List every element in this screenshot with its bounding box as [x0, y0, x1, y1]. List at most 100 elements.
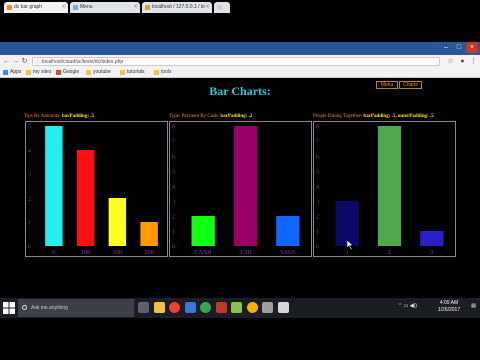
x-tick-label: 150: [113, 249, 123, 256]
x-tick-label: CASH: [194, 249, 212, 256]
chrome-canary-icon[interactable]: [246, 302, 258, 313]
bookmark-label: tutorials: [127, 69, 145, 75]
tab-label: localhost / 127.0.0.1 / lo: [152, 4, 205, 10]
y-tick-label: 5: [316, 170, 319, 176]
chrome-icon[interactable]: [169, 302, 180, 313]
bar-cash[interactable]: [191, 216, 215, 246]
chart-panel-3: 0 1 2 3 4 5 6 7 8 1 2 3: [313, 121, 456, 257]
browser-tab-2[interactable]: Menu ×: [70, 2, 140, 13]
settings-icon[interactable]: [262, 302, 273, 313]
y-tick-label: 2: [172, 215, 175, 221]
notifications-icon[interactable]: ▤: [469, 303, 478, 310]
bar-0[interactable]: [45, 126, 63, 246]
bookmark-tools[interactable]: tools: [154, 68, 172, 77]
bookmark-tutorials[interactable]: tutorials: [120, 68, 145, 77]
bookmark-google[interactable]: Google: [56, 68, 79, 77]
x-tick-label: 0: [52, 249, 55, 256]
bookmark-folder-icon: [86, 70, 91, 75]
y-tick-label: 6: [316, 155, 319, 161]
windows-start-icon[interactable]: [3, 302, 15, 314]
tab-bar: [0, 42, 480, 55]
x-tick-label: 100: [81, 249, 91, 256]
star-icon[interactable]: ☆: [446, 56, 455, 67]
bookmark-label: youtube: [93, 69, 111, 75]
bookmark-youtube[interactable]: youtube: [86, 68, 111, 77]
close-tab-icon[interactable]: ×: [206, 2, 209, 13]
folder-icon[interactable]: [153, 302, 165, 313]
chart-title-2: Type: Payment By Cash- barPadding: .2: [169, 114, 253, 119]
y-tick-label: 4: [28, 149, 31, 155]
extension-icon[interactable]: ●: [458, 56, 467, 67]
nav-menu-link[interactable]: Menu: [376, 81, 398, 89]
chrome-alt-icon[interactable]: [200, 302, 211, 313]
y-tick-label: 0: [172, 245, 175, 251]
y-tick-label: 0: [28, 245, 31, 251]
chart-panel-1: 0 1 2 3 4 5 0 100 150 200: [25, 121, 168, 257]
bookmark-label: my sites: [33, 69, 52, 75]
bookmark-folder-icon: [3, 70, 8, 75]
x-tick-label: 200: [144, 249, 154, 256]
bookmark-apps[interactable]: Apps: [3, 68, 21, 77]
address-bar[interactable]: ⓘ localhost/cloud/sc/tests/dc/index.php: [32, 57, 440, 66]
page-icon: [73, 5, 78, 10]
clock[interactable]: 4:09 AM 1/26/2017: [432, 300, 466, 314]
y-tick-label: 2: [28, 197, 31, 203]
x-tick-label: 3: [430, 249, 433, 256]
x-tick-label: 1: [346, 249, 349, 256]
bookmark-folder-icon: [26, 70, 31, 75]
bar-tab[interactable]: [233, 126, 258, 246]
close-tab-icon[interactable]: ×: [62, 2, 65, 13]
y-tick-label: 4: [172, 185, 175, 191]
bookmark-label: Apps: [10, 69, 22, 75]
bar-150[interactable]: [108, 198, 127, 246]
url-text: localhost/cloud/sc/tests/dc/index.php: [42, 59, 124, 65]
y-tick-label: 2: [316, 215, 319, 221]
y-tick-label: 8: [316, 125, 319, 131]
bookmark-label: Google: [63, 69, 80, 75]
letterbox-bottom: [0, 318, 480, 360]
browser-tab-4[interactable]: [214, 2, 230, 13]
app-icon[interactable]: [277, 302, 289, 313]
tab-label: dc bar graph: [14, 4, 43, 10]
search-placeholder: Ask me anything: [31, 305, 68, 311]
task-view-icon[interactable]: [138, 302, 149, 313]
bar-chart-payment: 0 1 2 3 4 5 6 7 8 CASH TAB VISA: [172, 125, 300, 256]
x-tick-label: 2: [388, 249, 391, 256]
clock-date: 1/26/2017: [437, 307, 461, 313]
bar-3[interactable]: [420, 231, 444, 246]
page-icon: [217, 5, 222, 10]
y-tick-label: 1: [172, 230, 175, 236]
y-tick-label: 8: [172, 125, 175, 131]
system-tray-icons[interactable]: ⌃ ▭ ◀)): [398, 303, 428, 310]
bookmark-folder-icon: [154, 70, 159, 75]
back-icon[interactable]: ←: [2, 56, 11, 67]
bookmark-my-sites[interactable]: my sites: [26, 68, 51, 77]
y-tick-label: 4: [316, 185, 319, 191]
filezilla-icon[interactable]: [215, 302, 227, 313]
bar-visa[interactable]: [276, 216, 300, 246]
edge-icon[interactable]: [184, 302, 196, 313]
bookmark-folder-icon: [56, 70, 61, 75]
taskbar-search-box[interactable]: Ask me anything: [18, 299, 134, 317]
page-title: Bar Charts:: [209, 84, 271, 98]
minimize-icon[interactable]: –: [440, 42, 452, 53]
y-tick-label: 7: [172, 140, 175, 146]
y-tick-label: 3: [28, 173, 31, 179]
close-window-icon[interactable]: ×: [466, 42, 478, 53]
maximize-icon[interactable]: □: [453, 42, 465, 53]
close-tab-icon[interactable]: ×: [134, 2, 137, 13]
bar-2[interactable]: [377, 126, 402, 246]
nav-charts-link[interactable]: Charts: [399, 81, 422, 89]
x-tick-label: TAB: [239, 249, 252, 256]
reload-icon[interactable]: ↻: [20, 56, 29, 67]
bar-100[interactable]: [76, 150, 95, 246]
browser-tab-3[interactable]: localhost / 127.0.0.1 / lo ×: [142, 2, 212, 13]
tab-label: Menu: [80, 4, 93, 10]
y-tick-label: 1: [316, 230, 319, 236]
browser-tab-1[interactable]: dc bar graph ×: [4, 2, 68, 13]
notepad-icon[interactable]: [231, 302, 242, 313]
forward-icon[interactable]: →: [11, 56, 20, 67]
bar-200[interactable]: [140, 222, 158, 246]
chrome-menu-icon[interactable]: ⋮: [469, 56, 478, 67]
y-tick-label: 3: [172, 200, 175, 206]
